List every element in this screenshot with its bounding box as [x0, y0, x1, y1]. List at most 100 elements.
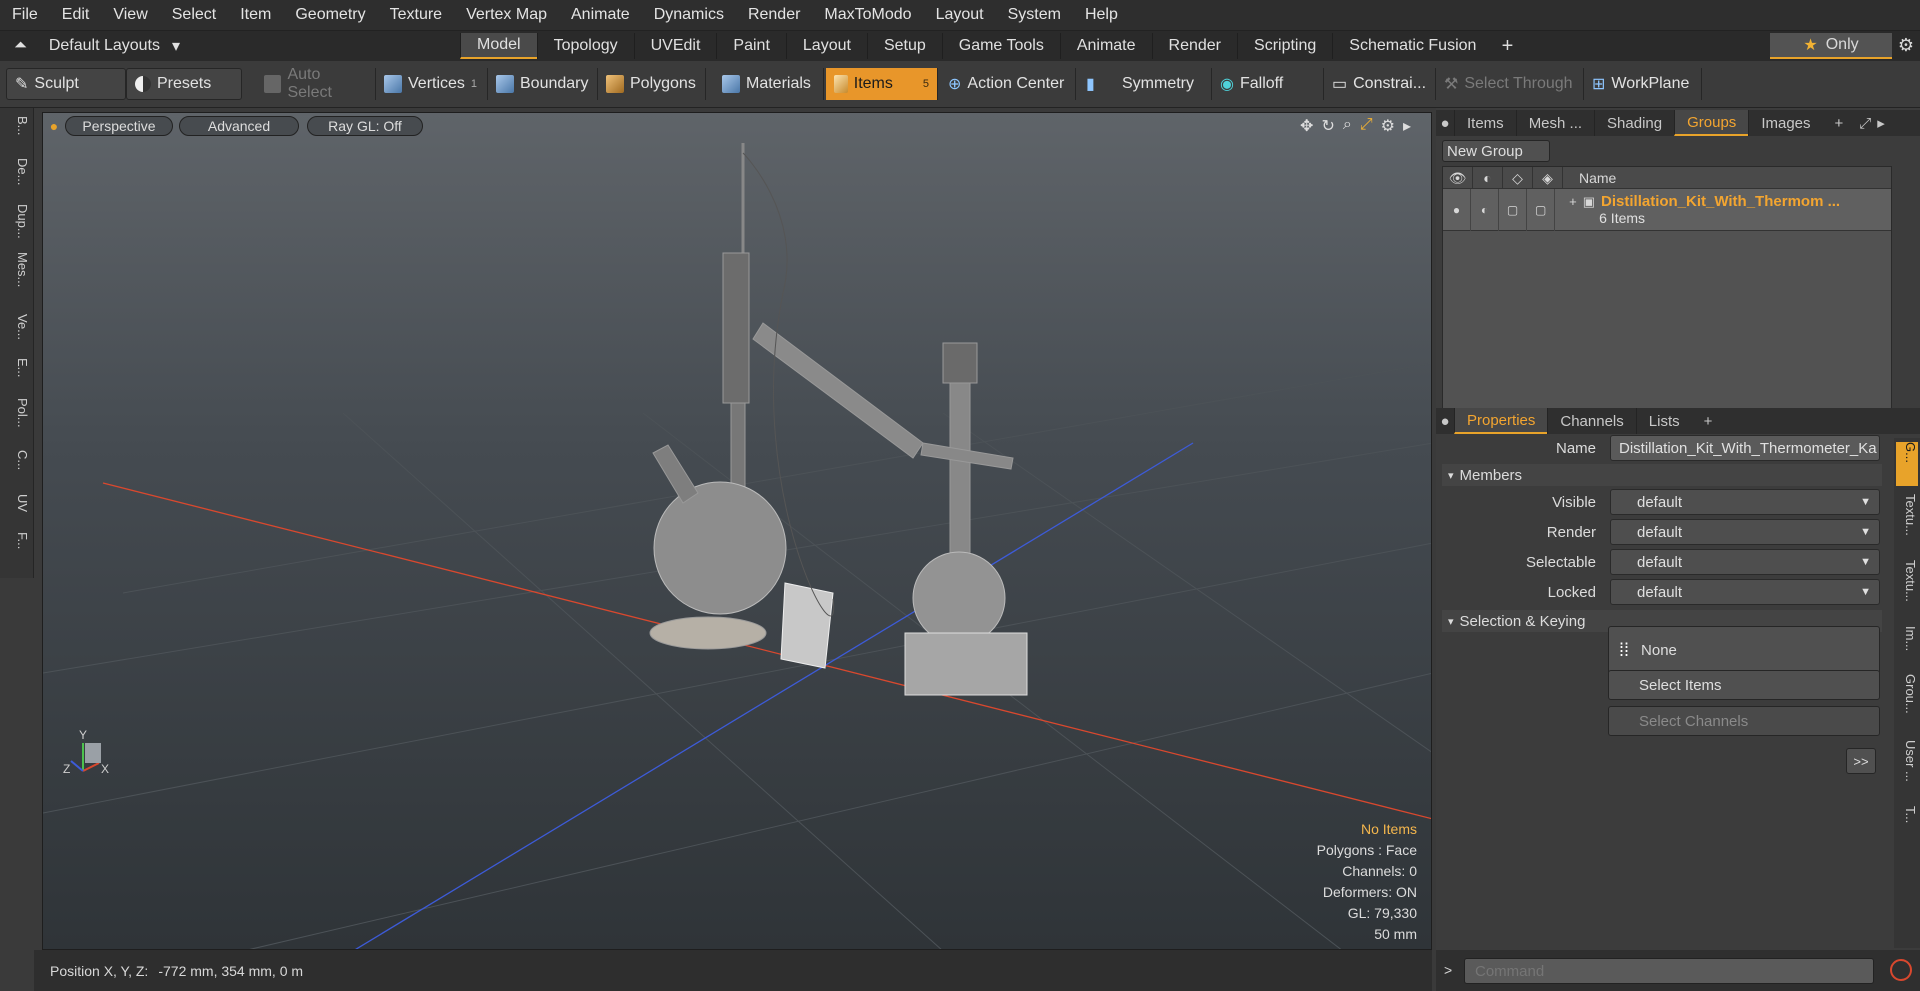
side-tab-texture-2[interactable]: Textu...	[1896, 560, 1918, 618]
left-tab-basic[interactable]: B...	[4, 116, 30, 156]
locked-dropdown[interactable]: default ▼	[1610, 579, 1880, 605]
tab-items[interactable]: Items	[1454, 110, 1516, 136]
menu-maxtomodo[interactable]: MaxToModo	[812, 6, 923, 24]
menu-geometry[interactable]: Geometry	[283, 6, 377, 24]
menu-system[interactable]: System	[996, 6, 1073, 24]
raygl-button[interactable]: Ray GL: Off	[307, 116, 423, 136]
tab-shading[interactable]: Shading	[1594, 110, 1674, 136]
menu-dynamics[interactable]: Dynamics	[642, 6, 736, 24]
menu-edit[interactable]: Edit	[50, 6, 102, 24]
tab-channels[interactable]: Channels	[1547, 408, 1635, 434]
left-tab-fusion[interactable]: F...	[4, 532, 30, 572]
tab-uvedit[interactable]: UVEdit	[633, 33, 717, 59]
viewport-dot-icon[interactable]: ●	[47, 116, 61, 136]
side-tab-texture-1[interactable]: Textu...	[1896, 494, 1918, 552]
falloff-button[interactable]: ◉ Falloff	[1212, 68, 1324, 100]
left-tab-mesh[interactable]: Mes...	[4, 252, 30, 292]
tab-topology[interactable]: Topology	[536, 33, 634, 59]
lock-cube-icon[interactable]: ◇	[1503, 166, 1533, 189]
tab-properties[interactable]: Properties	[1454, 408, 1548, 434]
zoom-icon[interactable]: ⌕	[1343, 116, 1352, 136]
visible-dropdown[interactable]: default ▼	[1610, 489, 1880, 515]
boundary-button[interactable]: Boundary	[488, 68, 598, 100]
left-tab-uv[interactable]: UV	[4, 494, 30, 534]
tab-images[interactable]: Images	[1748, 110, 1822, 136]
side-tab-group[interactable]: G...	[1896, 442, 1918, 486]
tab-game-tools[interactable]: Game Tools	[941, 33, 1060, 59]
group-row[interactable]: ● ◐ ▢ ▢ + ▣ Distillation_Kit_With_Thermo…	[1443, 189, 1891, 231]
tab-animate[interactable]: Animate	[1059, 33, 1152, 59]
distillation-kit-model[interactable]	[649, 143, 1028, 696]
visibility-eye-icon[interactable]: 👁	[1443, 166, 1473, 189]
polygons-button[interactable]: Polygons	[598, 68, 706, 100]
tab-scripting[interactable]: Scripting	[1237, 33, 1332, 59]
only-toggle[interactable]: ★ Only	[1770, 33, 1892, 59]
menu-help[interactable]: Help	[1073, 6, 1130, 24]
perspective-button[interactable]: Perspective	[65, 116, 173, 136]
row-lock-box[interactable]: ▢	[1499, 189, 1528, 231]
expand-icon[interactable]: ⤢	[1855, 110, 1875, 136]
menu-item[interactable]: Item	[228, 6, 283, 24]
materials-button[interactable]: Materials	[714, 68, 824, 100]
move-icon[interactable]: ✥	[1300, 116, 1313, 136]
viewport-gear-icon[interactable]: ⚙	[1381, 116, 1395, 136]
tab-setup[interactable]: Setup	[866, 33, 942, 59]
select-channels-button[interactable]: Select Channels	[1608, 706, 1880, 736]
maximize-icon[interactable]: ⤢	[1360, 116, 1373, 136]
advanced-button[interactable]: Advanced	[179, 116, 299, 136]
row-select-box[interactable]: ▢	[1527, 189, 1556, 231]
layouts-dropdown[interactable]: ⏶ Default Layouts ▾	[0, 36, 460, 56]
render-dropdown[interactable]: default ▼	[1610, 519, 1880, 545]
props-dot-icon[interactable]: ●	[1436, 408, 1454, 434]
left-tab-vertex[interactable]: Ve...	[4, 314, 30, 354]
rotate-icon[interactable]: ↻	[1321, 116, 1334, 136]
tab-model[interactable]: Model	[460, 33, 537, 59]
presets-button[interactable]: Presets	[126, 68, 242, 100]
menu-layout[interactable]: Layout	[924, 6, 996, 24]
tab-mesh[interactable]: Mesh ...	[1515, 110, 1594, 136]
menu-view[interactable]: View	[101, 6, 159, 24]
collapse-up-icon[interactable]: ⏶	[14, 37, 27, 55]
panel-arrow-icon[interactable]: ▸	[1875, 110, 1887, 136]
select-cube-icon[interactable]: ◈	[1533, 166, 1563, 189]
expand-plus-icon[interactable]: +	[1569, 194, 1577, 209]
left-tab-duplicate[interactable]: Dup...	[4, 204, 30, 244]
left-tab-edge[interactable]: E...	[4, 358, 30, 398]
menu-texture[interactable]: Texture	[378, 6, 454, 24]
sculpt-button[interactable]: ✎ Sculpt	[6, 68, 126, 100]
render-icon[interactable]: ◐	[1473, 166, 1503, 189]
constraints-button[interactable]: ▭ Constrai...	[1324, 68, 1436, 100]
more-button[interactable]: >>	[1846, 748, 1876, 774]
command-input[interactable]	[1464, 958, 1874, 984]
menu-vertex-map[interactable]: Vertex Map	[454, 6, 559, 24]
play-icon[interactable]: ▸	[1403, 116, 1411, 136]
name-field[interactable]: Distillation_Kit_With_Thermometer_Ka	[1610, 435, 1880, 461]
3d-viewport[interactable]: Y Z X ● Perspective Advanced Ray GL: Off…	[42, 112, 1432, 950]
items-button[interactable]: Items 5	[826, 68, 938, 100]
tab-schematic-fusion[interactable]: Schematic Fusion	[1332, 33, 1492, 59]
menu-select[interactable]: Select	[160, 6, 228, 24]
tab-render[interactable]: Render	[1151, 33, 1237, 59]
left-tab-polygon[interactable]: Pol...	[4, 398, 30, 438]
action-center-button[interactable]: ⊕ Action Center	[940, 68, 1076, 100]
left-tab-deform[interactable]: De...	[4, 158, 30, 198]
selectable-dropdown[interactable]: default ▼	[1610, 549, 1880, 575]
side-tab-image[interactable]: Im...	[1896, 626, 1918, 666]
panel-dot-icon[interactable]: ●	[1436, 110, 1454, 136]
select-items-button[interactable]: Select Items	[1608, 670, 1880, 700]
row-eye-icon[interactable]: ●	[1443, 189, 1472, 231]
select-through-button[interactable]: ⚒ Select Through	[1436, 68, 1584, 100]
tab-layout[interactable]: Layout	[785, 33, 867, 59]
add-props-tab-plus-icon[interactable]: +	[1692, 408, 1725, 434]
tab-paint[interactable]: Paint	[716, 33, 785, 59]
add-panel-tab-plus-icon[interactable]: +	[1823, 110, 1856, 136]
record-icon[interactable]	[1890, 959, 1912, 981]
tab-lists[interactable]: Lists	[1635, 408, 1692, 434]
gear-icon[interactable]: ⚙	[1898, 35, 1914, 56]
side-tab-user[interactable]: User ...	[1896, 740, 1918, 798]
row-render-icon[interactable]: ◐	[1471, 189, 1500, 231]
add-tab-plus-icon[interactable]: +	[1492, 35, 1522, 58]
new-group-button[interactable]: New Group	[1442, 140, 1550, 162]
side-tab-t[interactable]: T...	[1896, 806, 1918, 842]
tab-groups[interactable]: Groups	[1674, 110, 1749, 136]
